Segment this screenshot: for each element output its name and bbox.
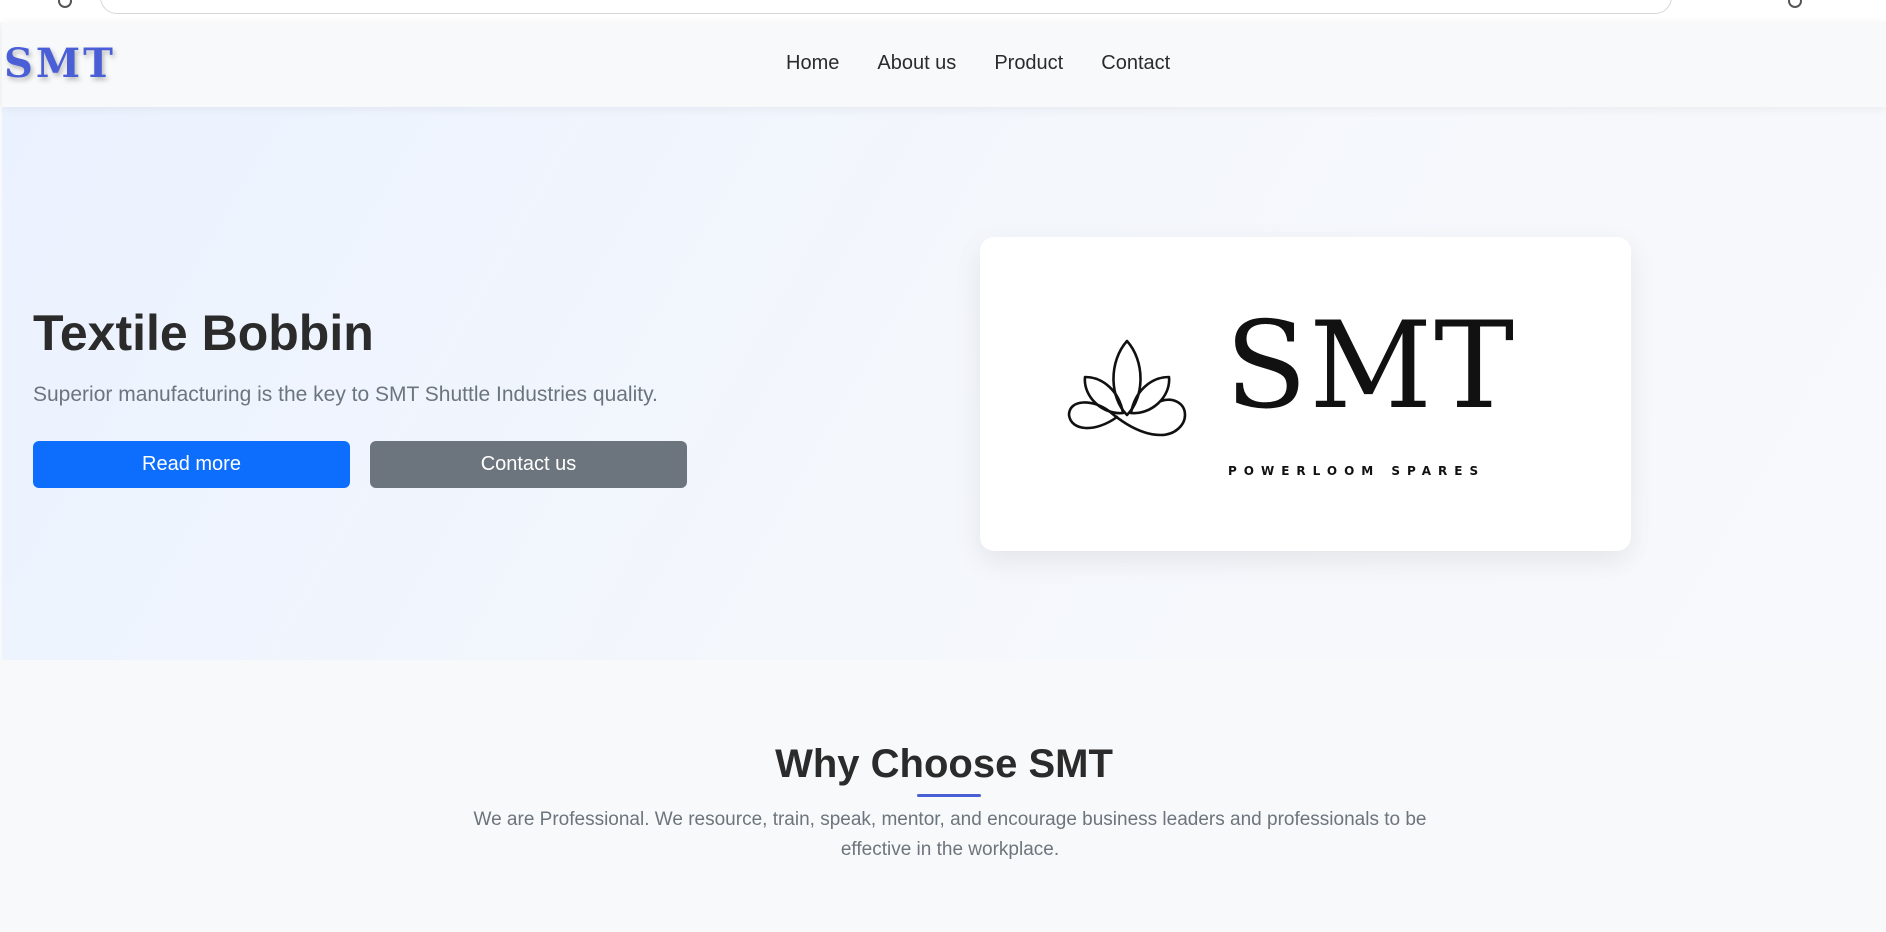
logo-card: SMT POWERLOOM SPARES <box>980 237 1631 551</box>
nav-links: Home About us Product Contact <box>786 52 1170 75</box>
why-choose-title: Why Choose SMT <box>775 742 1113 786</box>
why-choose-text: We are Professional. We resource, train,… <box>473 809 1427 860</box>
browser-toolbar-strip <box>0 0 1886 22</box>
profile-avatar-icon[interactable] <box>1788 0 1802 8</box>
address-bar[interactable] <box>100 0 1672 14</box>
hero-subtitle: Superior manufacturing is the key to SMT… <box>33 383 658 406</box>
why-choose-section: Why Choose SMT We are Professional. We r… <box>2 660 1886 932</box>
nav-home[interactable]: Home <box>786 52 839 75</box>
logo-tagline: POWERLOOM SPARES <box>1228 464 1486 478</box>
hero-section: Textile Bobbin Superior manufacturing is… <box>2 107 1886 660</box>
reload-icon[interactable] <box>58 0 72 8</box>
nav-contact[interactable]: Contact <box>1101 52 1170 75</box>
top-navbar: SMT Home About us Product Contact <box>2 22 1886 107</box>
read-more-button[interactable]: Read more <box>33 441 350 488</box>
nav-product[interactable]: Product <box>994 52 1063 75</box>
contact-us-button[interactable]: Contact us <box>370 441 687 488</box>
nav-about-us[interactable]: About us <box>877 52 956 75</box>
title-underline <box>917 794 981 797</box>
lotus-icon <box>1067 339 1187 437</box>
logo-wordmark: SMT <box>1225 297 1517 436</box>
brand-logo[interactable]: SMT <box>4 40 116 87</box>
hero-title: Textile Bobbin <box>33 305 374 361</box>
